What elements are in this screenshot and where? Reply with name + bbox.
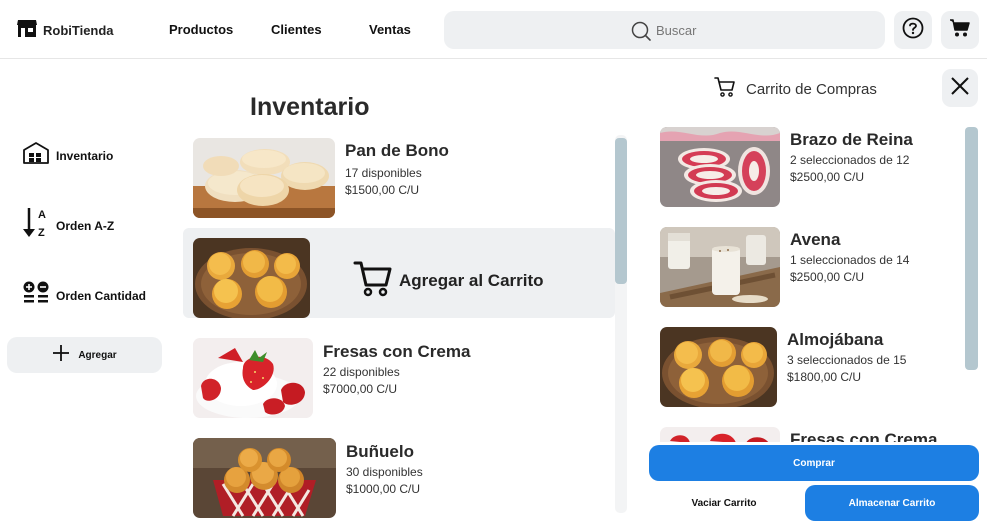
product-price: $1000,00 C/U [346,482,421,496]
cart-item-image [660,127,780,207]
add-product-label: Agregar [78,349,117,361]
shopping-cart-icon [949,18,971,43]
cart-item-selected: 1 seleccionados de 14 [790,253,910,267]
product-image [193,438,336,518]
empty-cart-button[interactable]: Vaciar Carrito [649,485,799,521]
cart-item-name: Avena [790,230,841,249]
sort-quantity-icon [22,280,50,311]
app-root: RobiTienda Productos Clientes Ventas Bus… [0,0,987,529]
sidebar-item-label: Inventario [56,148,114,163]
store-cart-button[interactable]: Almacenar Carrito [805,485,979,521]
top-header: RobiTienda Productos Clientes Ventas [0,0,987,59]
svg-text:Z: Z [38,227,45,239]
inventory-title: Inventario [250,93,370,121]
sidebar-item-orden-cantidad[interactable]: Orden Cantidad [22,280,146,311]
cart-button[interactable] [941,11,979,49]
brand[interactable]: RobiTienda [16,18,114,43]
add-to-cart-label: Agregar al Carrito [399,270,544,290]
product-name: Buñuelo [346,442,414,461]
cart-item-price: $2500,00 C/U [790,270,865,284]
cart-item-image [660,227,780,307]
add-to-cart-action[interactable]: Agregar al Carrito [353,258,544,303]
search-input[interactable] [656,20,866,40]
cart-item-selected: 2 seleccionados de 12 [790,153,910,167]
sidebar-item-inventario[interactable]: Inventario [22,141,113,170]
cart-item-avena[interactable]: Avena 1 seleccionados de 14 $2500,00 C/U [650,219,960,309]
cart-item-price: $2500,00 C/U [790,170,865,184]
cart-item-selected: 3 seleccionados de 15 [787,353,907,367]
inventory-scrollbar-thumb[interactable] [615,138,627,284]
product-card-hovered[interactable]: Agregar al Carrito [183,228,615,318]
product-name: Pan de Bono [345,141,449,160]
store-icon [16,18,38,43]
close-icon [949,75,971,102]
product-available: 17 disponibles [345,166,422,180]
cart-item-price: $1800,00 C/U [787,370,862,384]
shopping-cart-icon [353,258,393,303]
inventory-list: Pan de Bono 17 disponibles $1500,00 C/U [183,131,615,529]
nav-clientes[interactable]: Clientes [271,22,322,37]
product-image [193,238,310,318]
search-icon [630,20,652,47]
close-cart-button[interactable] [942,69,978,107]
product-available: 30 disponibles [346,465,423,479]
product-card-fresas-con-crema[interactable]: Fresas con Crema 22 disponibles $7000,00… [183,331,615,421]
product-image [193,338,313,418]
buy-button[interactable]: Comprar [649,445,979,481]
product-price: $7000,00 C/U [323,382,398,396]
product-image [193,138,335,218]
help-button[interactable] [894,11,932,49]
nav-ventas[interactable]: Ventas [369,22,411,37]
cart-item-brazo-de-reina[interactable]: Brazo de Reina 2 seleccionados de 12 $25… [650,119,960,209]
search-bar [444,11,885,49]
cart-header: Carrito de Compras [714,76,877,103]
shopping-cart-icon [714,76,736,103]
cart-scrollbar-thumb[interactable] [965,127,978,370]
cart-title: Carrito de Compras [746,81,877,98]
sort-az-icon: A Z [22,206,50,245]
cart-item-image [660,427,780,442]
product-available: 22 disponibles [323,365,400,379]
cart-list: Brazo de Reina 2 seleccionados de 12 $25… [650,119,960,442]
cart-item-name: Brazo de Reina [790,130,913,149]
cart-item-name: Almojábana [787,330,884,349]
cart-item-almojabana[interactable]: Almojábana 3 seleccionados de 15 $1800,0… [650,319,960,409]
product-name: Fresas con Crema [323,342,471,361]
add-product-button[interactable]: Agregar [7,337,162,373]
plus-icon [52,344,70,367]
cart-item-image [660,327,777,407]
help-circle-icon [902,17,924,44]
warehouse-icon [22,141,50,170]
product-price: $1500,00 C/U [345,183,420,197]
brand-name: RobiTienda [43,23,114,38]
nav-productos[interactable]: Productos [169,22,233,37]
sidebar-item-label: Orden Cantidad [56,288,147,303]
sidebar-item-orden-az[interactable]: A Z Orden A-Z [22,206,114,245]
product-card-bunuelo[interactable]: Buñuelo 30 disponibles $1000,00 C/U [183,431,615,521]
svg-text:A: A [38,209,46,221]
cart-item-fresas-con-crema[interactable]: Fresas con Crema [650,419,960,442]
cart-item-name: Fresas con Crema [790,430,938,442]
sidebar-item-label: Orden A-Z [56,218,115,233]
product-card-pan-de-bono[interactable]: Pan de Bono 17 disponibles $1500,00 C/U [183,131,615,221]
